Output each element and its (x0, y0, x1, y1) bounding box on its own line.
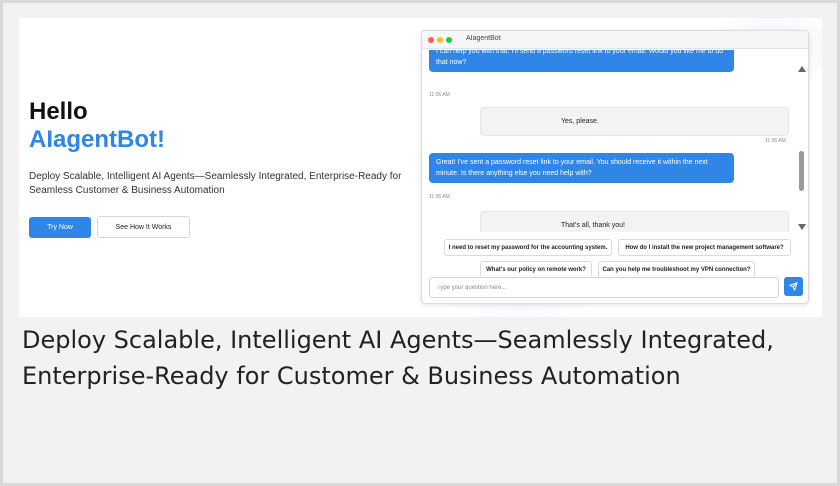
chat-titlebar: AIagentBot (422, 31, 808, 49)
suggestion-chip[interactable]: I need to reset my password for the acco… (444, 239, 612, 256)
question-input[interactable] (429, 277, 779, 298)
message-timestamp: 11:06 AM (429, 92, 450, 98)
user-message-text: Yes, please. (561, 118, 599, 125)
suggestion-chip[interactable]: Can you help me troubleshoot my VPN conn… (598, 261, 755, 278)
close-window-dot[interactable] (428, 37, 434, 43)
try-now-button[interactable]: Try Now (29, 217, 91, 238)
bot-message: Great! I've sent a password reset link t… (429, 153, 734, 183)
hero-section: Hello AIagentBot! Deploy Scalable, Intel… (19, 18, 822, 317)
user-message-text: That's all, thank you! (561, 222, 625, 229)
hero-title-greeting: Hello (29, 98, 88, 125)
message-timestamp: 11:06 AM (429, 194, 450, 200)
suggestion-chip[interactable]: What's our policy on remote work? (480, 261, 592, 278)
paper-plane-icon (789, 282, 798, 291)
message-timestamp: 11:06 AM (765, 138, 786, 144)
scroll-down-arrow-icon[interactable] (798, 224, 806, 230)
minimize-window-dot[interactable] (437, 37, 443, 43)
bot-message: I can help you with that. I'll send a pa… (429, 50, 734, 72)
send-button[interactable] (784, 277, 803, 296)
chat-window-title: AIagentBot (466, 35, 501, 42)
message-list: I can help you with that. I'll send a pa… (422, 50, 798, 232)
user-message: That's all, thank you! (480, 211, 789, 232)
hero-subtitle: Deploy Scalable, Intelligent AI Agents—S… (29, 171, 402, 196)
message-scrollbar[interactable] (796, 50, 808, 232)
scrollbar-thumb[interactable] (799, 151, 804, 191)
scroll-up-arrow-icon[interactable] (798, 66, 806, 72)
chat-window: AIagentBot I can help you with that. I'l… (421, 30, 809, 304)
hero-title-brand: AIagentBot! (29, 126, 165, 153)
page-caption: Deploy Scalable, Intelligent AI Agents—S… (22, 326, 774, 390)
maximize-window-dot[interactable] (446, 37, 452, 43)
user-message: Yes, please. (480, 107, 789, 136)
suggestion-chip[interactable]: How do I install the new project managem… (618, 239, 791, 256)
see-how-it-works-button[interactable]: See How It Works (97, 216, 190, 238)
hero-title: Hello AIagentBot! (29, 98, 165, 154)
